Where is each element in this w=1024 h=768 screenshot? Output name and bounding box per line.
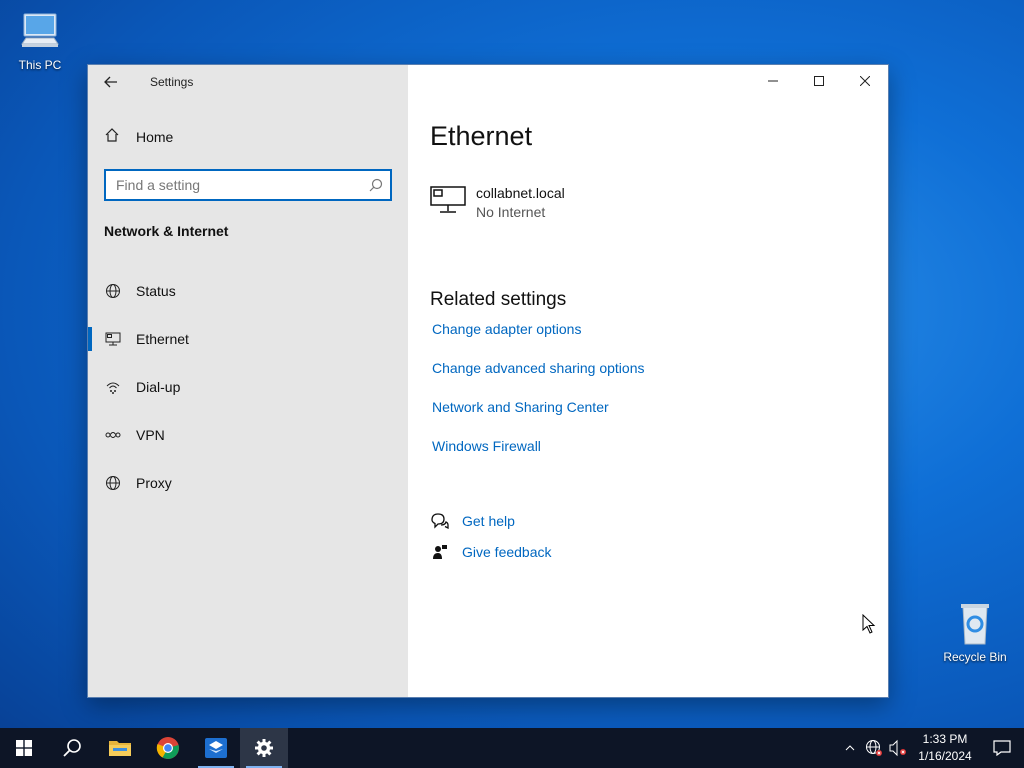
- get-help-icon: [430, 512, 450, 529]
- proxy-globe-icon: [104, 474, 122, 492]
- chrome-button[interactable]: [144, 728, 192, 768]
- network-sharing-center-link[interactable]: Network and Sharing Center: [432, 399, 645, 438]
- connection-status: No Internet: [476, 204, 546, 220]
- clock-time: 1:33 PM: [922, 732, 968, 746]
- give-feedback-row[interactable]: Give feedback: [430, 536, 552, 567]
- nav-list: Status Ethernet Dial-up VPN Proxy: [88, 267, 408, 507]
- network-tray-button[interactable]: [862, 728, 886, 768]
- volume-tray-button[interactable]: [886, 728, 910, 768]
- maximize-button[interactable]: [796, 65, 842, 97]
- chrome-icon: [156, 737, 179, 759]
- search-icon: [63, 739, 81, 757]
- nav-item-label: Dial-up: [136, 379, 181, 395]
- settings-icon: [255, 739, 273, 757]
- nav-item-proxy[interactable]: Proxy: [88, 459, 408, 507]
- nav-item-label: Status: [136, 283, 176, 299]
- home-nav-item[interactable]: Home: [104, 127, 173, 146]
- feedback-icon: [430, 544, 450, 560]
- give-feedback-link[interactable]: Give feedback: [462, 544, 552, 560]
- section-title: Network & Internet: [104, 223, 229, 239]
- home-label: Home: [136, 128, 174, 145]
- notification-icon: [993, 740, 1011, 756]
- search-input[interactable]: [106, 177, 362, 193]
- volume-muted-icon: [889, 739, 906, 757]
- nav-item-vpn[interactable]: VPN: [88, 411, 408, 459]
- help-section: Get help Give feedback: [430, 505, 552, 567]
- file-explorer-icon: [109, 741, 131, 756]
- ethernet-connection-icon: [430, 185, 466, 217]
- related-settings-title: Related settings: [430, 289, 567, 310]
- recycle-bin-label: Recycle Bin: [943, 650, 1007, 664]
- connection-name: collabnet.local: [476, 185, 565, 201]
- nav-item-ethernet[interactable]: Ethernet: [88, 315, 408, 363]
- nav-item-dialup[interactable]: Dial-up: [88, 363, 408, 411]
- change-adapter-options-link[interactable]: Change adapter options: [432, 321, 645, 360]
- dialup-icon: [104, 378, 122, 396]
- nav-item-label: Ethernet: [136, 331, 189, 347]
- show-hidden-icons-button[interactable]: [838, 728, 862, 768]
- desktop-icon-this-pc[interactable]: This PC: [0, 8, 80, 72]
- windows-firewall-link[interactable]: Windows Firewall: [432, 438, 645, 477]
- mouse-cursor-icon: [862, 613, 876, 639]
- chevron-up-icon: [845, 745, 855, 751]
- system-tray: 1:33 PM 1/16/2024: [838, 728, 1024, 768]
- start-icon: [16, 740, 32, 756]
- clock[interactable]: 1:33 PM 1/16/2024: [910, 731, 980, 765]
- home-icon: [104, 127, 122, 146]
- recycle-bin-icon: [951, 600, 999, 648]
- file-explorer-button[interactable]: [96, 728, 144, 768]
- nav-item-label: VPN: [136, 427, 165, 443]
- back-button[interactable]: [88, 65, 134, 99]
- settings-content-pane: Ethernet collabnet.local No Internet Rel…: [408, 65, 888, 697]
- title-bar: Settings: [88, 65, 408, 99]
- app-title: Settings: [150, 75, 194, 89]
- window-controls: [750, 65, 888, 97]
- change-advanced-sharing-link[interactable]: Change advanced sharing options: [432, 360, 645, 399]
- app-icon: [205, 738, 227, 758]
- this-pc-icon: [16, 8, 64, 56]
- close-icon: [860, 76, 870, 86]
- desktop-icon-recycle-bin[interactable]: Recycle Bin: [935, 600, 1015, 664]
- status-globe-icon: [104, 282, 122, 300]
- back-arrow-icon: [104, 76, 117, 88]
- vpn-icon: [104, 426, 122, 444]
- action-center-button[interactable]: [980, 728, 1024, 768]
- ethernet-connection[interactable]: collabnet.local No Internet: [430, 185, 565, 220]
- search-icon: [362, 178, 390, 192]
- page-title: Ethernet: [430, 121, 533, 151]
- settings-nav-pane: Settings Home Network & Internet Status: [88, 65, 408, 697]
- taskbar: 1:33 PM 1/16/2024: [0, 728, 1024, 768]
- taskbar-search-button[interactable]: [48, 728, 96, 768]
- nav-item-label: Proxy: [136, 475, 172, 491]
- settings-taskbar-button[interactable]: [240, 728, 288, 768]
- app-button[interactable]: [192, 728, 240, 768]
- get-help-link[interactable]: Get help: [462, 513, 515, 529]
- clock-date: 1/16/2024: [918, 749, 972, 763]
- related-links: Change adapter options Change advanced s…: [432, 321, 645, 477]
- close-button[interactable]: [842, 65, 888, 97]
- ethernet-icon: [104, 330, 122, 348]
- nav-item-status[interactable]: Status: [88, 267, 408, 315]
- get-help-row[interactable]: Get help: [430, 505, 552, 536]
- this-pc-label: This PC: [18, 58, 62, 72]
- settings-window: Settings Home Network & Internet Status: [87, 64, 889, 698]
- minimize-icon: [768, 80, 778, 82]
- minimize-button[interactable]: [750, 65, 796, 97]
- start-button[interactable]: [0, 728, 48, 768]
- search-box[interactable]: [104, 169, 392, 201]
- network-globe-icon: [866, 740, 882, 756]
- maximize-icon: [814, 76, 824, 86]
